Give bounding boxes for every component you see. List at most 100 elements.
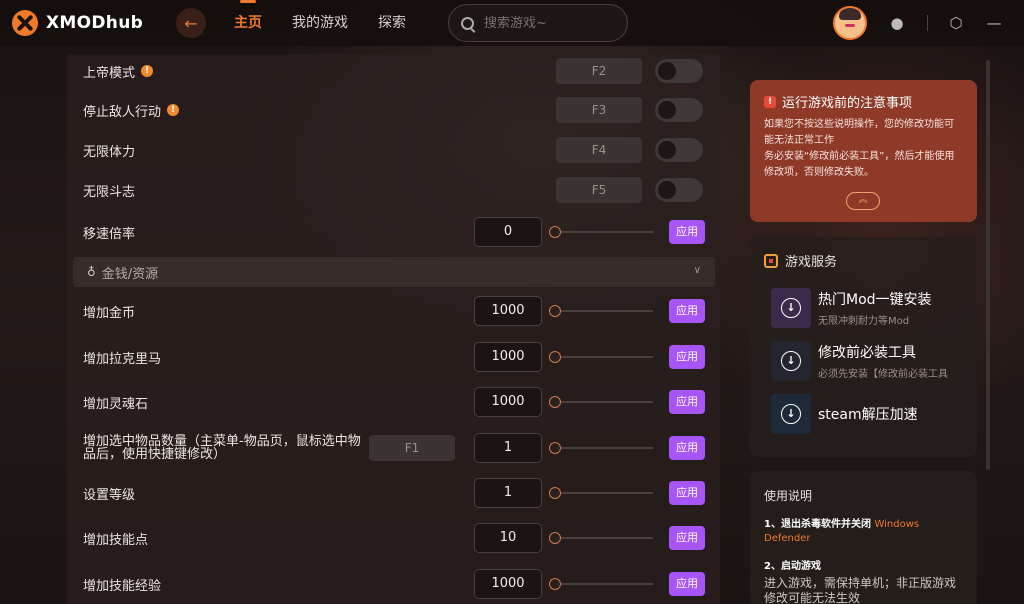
hotkey-button[interactable]: F2 bbox=[556, 58, 642, 84]
ghost-icon[interactable]: ● bbox=[889, 14, 905, 32]
services-title: 游戏服务 bbox=[764, 251, 837, 270]
slider-track bbox=[553, 492, 653, 494]
slider-knob[interactable] bbox=[549, 532, 561, 544]
slider-track bbox=[553, 310, 653, 312]
slider-knob[interactable] bbox=[549, 442, 561, 454]
avatar[interactable] bbox=[833, 6, 867, 40]
apply-button[interactable]: 应用 bbox=[669, 345, 705, 369]
service-name: 修改前必装工具 bbox=[818, 345, 916, 361]
apply-button[interactable]: 应用 bbox=[669, 299, 705, 323]
value-input[interactable]: 1000 bbox=[474, 569, 542, 599]
value-slider[interactable] bbox=[549, 351, 653, 363]
instruction-step-text: 1、退出杀毒软件并关闭 bbox=[764, 519, 871, 530]
value-input[interactable]: 1000 bbox=[474, 296, 542, 326]
services-title-text: 游戏服务 bbox=[785, 255, 838, 270]
apply-button[interactable]: 应用 bbox=[669, 481, 705, 505]
cheat-toggle[interactable] bbox=[655, 138, 703, 162]
cheat-label: 停止敌人行动! bbox=[83, 101, 180, 120]
apply-button[interactable]: 应用 bbox=[669, 220, 705, 244]
cheat-row: 设置等级 1 应用 bbox=[67, 478, 720, 508]
service-subtitle: 无限冲刺耐力等Mod bbox=[818, 316, 910, 327]
collapse-button[interactable]: ︽ bbox=[846, 192, 880, 210]
value-input[interactable]: 1000 bbox=[474, 342, 542, 372]
value-slider[interactable] bbox=[549, 226, 653, 238]
service-text: 修改前必装工具 必须先安装【修改前必装工具】 bbox=[818, 342, 948, 380]
back-button[interactable]: ← bbox=[176, 8, 206, 38]
cheat-row: 无限体力 F4 bbox=[67, 135, 720, 165]
search-input[interactable] bbox=[484, 15, 614, 31]
slider-knob[interactable] bbox=[549, 578, 561, 590]
slider-knob[interactable] bbox=[549, 487, 561, 499]
value-input[interactable]: 1000 bbox=[474, 387, 542, 417]
cheat-label: 增加金币 bbox=[83, 305, 136, 321]
notice-line: 如果您不按这些说明操作，您的修改功能可能无法正常工作 bbox=[764, 119, 954, 146]
cheat-row: 上帝模式! F2 bbox=[67, 56, 720, 86]
slider-track bbox=[553, 356, 653, 358]
cheat-label-text: 上帝模式 bbox=[83, 65, 136, 81]
cheat-label: 增加拉克里马 bbox=[83, 351, 162, 367]
service-item[interactable]: ↓ 热门Mod一键安装 无限冲刺耐力等Mod bbox=[771, 288, 971, 328]
download-icon: ↓ bbox=[781, 351, 801, 371]
value-slider[interactable] bbox=[549, 396, 653, 408]
nav-my-games[interactable]: 我的游戏 bbox=[292, 0, 348, 46]
search-box[interactable] bbox=[448, 4, 628, 42]
value-slider[interactable] bbox=[549, 578, 653, 590]
chevron-down-icon[interactable]: ∨ bbox=[694, 265, 701, 276]
hotkey-button[interactable]: F4 bbox=[556, 137, 642, 163]
search-icon bbox=[461, 16, 474, 30]
service-item[interactable]: ↓ 修改前必装工具 必须先安装【修改前必装工具】 bbox=[771, 341, 971, 381]
cheat-toggle[interactable] bbox=[655, 59, 703, 83]
nav-explore[interactable]: 探索 bbox=[378, 0, 406, 46]
chevron-up-icon: ︽ bbox=[858, 195, 868, 205]
cheat-panel: 上帝模式! F2 停止敌人行动! F3 无限体力 F4 无限斗志 F5 移速倍率… bbox=[67, 54, 720, 604]
value-slider[interactable] bbox=[549, 305, 653, 317]
instruction-body: 进入游戏，需保持单机；非正版游戏修改可能无法生效 bbox=[764, 576, 957, 604]
cheat-row: 增加选中物品数量（主菜单-物品页，鼠标选中物品后，使用快捷键修改） F1 1 应… bbox=[67, 433, 720, 463]
value-input[interactable]: 1 bbox=[474, 433, 542, 463]
scrollbar[interactable] bbox=[986, 60, 990, 470]
slider-track bbox=[553, 447, 653, 449]
notice-title: ! 运行游戏前的注意事项 bbox=[764, 92, 963, 111]
services-panel: 游戏服务 ↓ 热门Mod一键安装 无限冲刺耐力等Mod ↓ 修改前必装工具 必须… bbox=[750, 237, 977, 457]
apply-button[interactable]: 应用 bbox=[669, 390, 705, 414]
hotkey-button[interactable]: F3 bbox=[556, 97, 642, 123]
value-input[interactable]: 0 bbox=[474, 217, 542, 247]
value-input[interactable]: 1 bbox=[474, 478, 542, 508]
info-icon[interactable]: ! bbox=[167, 104, 180, 116]
hotkey-button[interactable]: F5 bbox=[556, 177, 642, 203]
notice-panel: ! 运行游戏前的注意事项 如果您不按这些说明操作，您的修改功能可能无法正常工作 … bbox=[750, 80, 977, 222]
nav-home[interactable]: 主页 bbox=[234, 0, 262, 46]
value-slider[interactable] bbox=[549, 487, 653, 499]
slider-knob[interactable] bbox=[549, 226, 561, 238]
slider-track bbox=[553, 583, 653, 585]
slider-knob[interactable] bbox=[549, 305, 561, 317]
service-text: steam解压加速 bbox=[818, 404, 918, 424]
apply-button[interactable]: 应用 bbox=[669, 572, 705, 596]
settings-icon[interactable]: ⬡ bbox=[948, 14, 964, 32]
value-input[interactable]: 10 bbox=[474, 523, 542, 553]
service-item[interactable]: ↓ steam解压加速 bbox=[771, 394, 971, 434]
logo[interactable]: XMODhub bbox=[12, 10, 172, 36]
apply-button[interactable]: 应用 bbox=[669, 436, 705, 460]
info-icon[interactable]: ! bbox=[141, 65, 154, 77]
value-slider[interactable] bbox=[549, 532, 653, 544]
hotkey-button[interactable]: F1 bbox=[369, 435, 455, 461]
slider-track bbox=[553, 401, 653, 403]
logo-icon bbox=[12, 10, 38, 36]
service-name: 热门Mod一键安装 bbox=[818, 292, 932, 308]
divider bbox=[927, 15, 928, 31]
section-header[interactable]: ♁ 金钱/资源 ∨ bbox=[73, 257, 715, 287]
download-icon: ↓ bbox=[781, 298, 801, 318]
minimize-icon[interactable]: — bbox=[986, 14, 1002, 32]
value-slider[interactable] bbox=[549, 442, 653, 454]
slider-knob[interactable] bbox=[549, 351, 561, 363]
box-icon bbox=[764, 253, 778, 268]
cheat-toggle[interactable] bbox=[655, 98, 703, 122]
apply-button[interactable]: 应用 bbox=[669, 526, 705, 550]
cheat-row: 无限斗志 F5 bbox=[67, 175, 720, 205]
cheat-toggle[interactable] bbox=[655, 178, 703, 202]
slider-knob[interactable] bbox=[549, 396, 561, 408]
service-thumbnail: ↓ bbox=[771, 341, 811, 381]
cheat-label: 无限斗志 bbox=[83, 184, 136, 200]
service-subtitle: 必须先安装【修改前必装工具】 bbox=[818, 369, 948, 380]
